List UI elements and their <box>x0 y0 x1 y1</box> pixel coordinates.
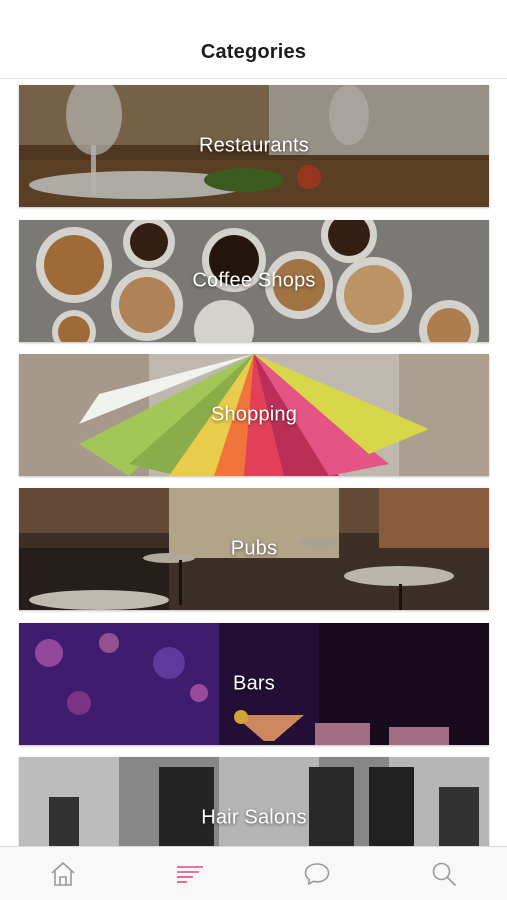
category-card-pubs[interactable]: Pubs <box>19 488 489 610</box>
tab-messages[interactable] <box>287 852 347 896</box>
category-label: Hair Salons <box>201 806 307 829</box>
tab-categories[interactable] <box>160 852 220 896</box>
category-label: Shopping <box>210 403 298 426</box>
category-card-bars[interactable]: Bars <box>19 623 489 745</box>
search-icon <box>432 862 456 886</box>
category-card-shopping[interactable]: Shopping <box>19 354 489 476</box>
categories-list-icon <box>177 865 204 883</box>
tab-bar <box>0 846 507 900</box>
category-label: Bars <box>233 672 275 695</box>
tab-search[interactable] <box>414 852 474 896</box>
chat-bubble-icon <box>304 862 330 885</box>
tab-home[interactable] <box>33 852 93 896</box>
hair-salons-image <box>19 757 489 846</box>
category-label: Coffee Shops <box>192 269 316 292</box>
page-title: Categories <box>200 41 307 63</box>
nav-header: Categories <box>0 0 507 79</box>
categories-list[interactable]: Restaurants Coffee Shops Shopping Pubs B… <box>0 79 507 846</box>
category-card-hair-salons[interactable]: Hair Salons <box>19 757 489 846</box>
category-label: Restaurants <box>198 134 310 157</box>
category-card-restaurants[interactable]: Restaurants <box>19 85 489 207</box>
category-card-coffee-shops[interactable]: Coffee Shops <box>19 220 489 342</box>
home-icon <box>51 861 75 886</box>
category-label: Pubs <box>230 537 278 560</box>
